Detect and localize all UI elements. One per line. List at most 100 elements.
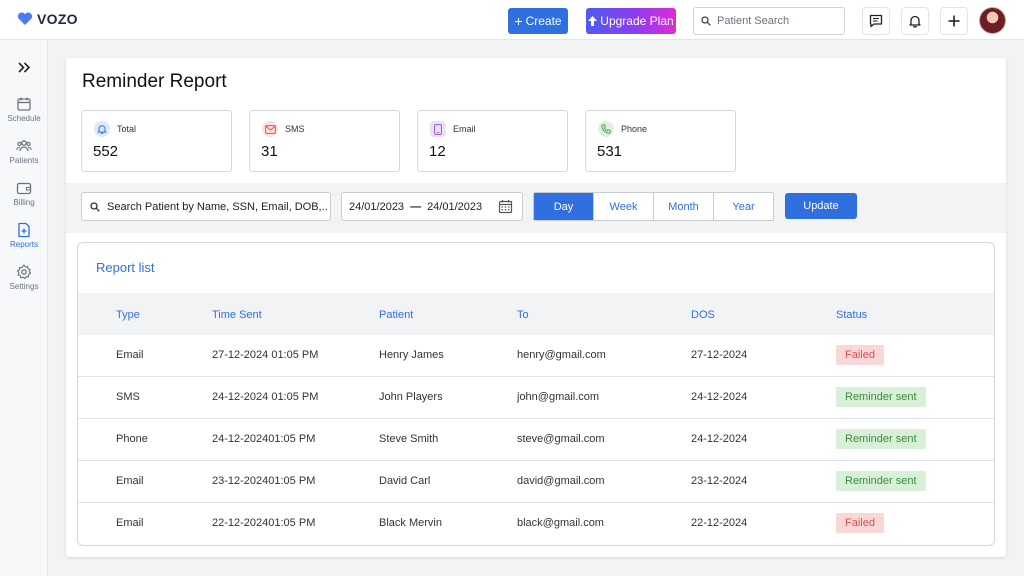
search-icon (90, 201, 100, 212)
period-week-tab[interactable]: Week (594, 193, 654, 220)
cell-type: Email (116, 349, 144, 361)
column-header-dos[interactable]: DOS (691, 309, 715, 321)
cell-dos: 24-12-2024 (691, 433, 748, 445)
stat-label: Phone (621, 124, 648, 134)
cell-time-sent: 22-12-202401:05 PM (212, 517, 316, 529)
report-list-panel: Report list Type Time Sent Patient To DO… (77, 242, 995, 546)
sidebar: Schedule Patients Billing Reports Settin… (0, 40, 48, 576)
column-header-type[interactable]: Type (116, 309, 140, 321)
patient-search-input[interactable]: Patient Search (693, 7, 845, 35)
cell-patient: Henry James (379, 349, 444, 361)
tablet-icon (430, 121, 446, 137)
cell-to: david@gmail.com (517, 475, 605, 487)
date-from: 24/01/2023 (349, 200, 405, 213)
cell-to: black@gmail.com (517, 517, 604, 529)
column-header-patient[interactable]: Patient (379, 309, 413, 321)
status-badge: Reminder sent (836, 471, 926, 491)
column-header-to[interactable]: To (517, 309, 529, 321)
date-range-dash: — (410, 200, 422, 213)
cell-type: Phone (116, 433, 148, 445)
status-badge: Failed (836, 345, 884, 365)
double-chevron-right-icon (17, 61, 30, 73)
stat-value: 531 (597, 143, 623, 160)
update-button[interactable]: Update (785, 193, 857, 219)
stat-label: SMS (285, 124, 305, 134)
calendar-icon (17, 97, 31, 111)
cell-patient: Steve Smith (379, 433, 439, 445)
patient-search-placeholder: Patient Search (717, 15, 790, 27)
top-bar: VOZO + Create Upgrade Plan Patient Searc… (0, 0, 1024, 40)
column-header-status[interactable]: Status (836, 309, 867, 321)
filter-bar: Search Patient by Name, SSN, Email, DOB,… (66, 183, 1006, 233)
table-header: Type Time Sent Patient To DOS Status (78, 293, 994, 335)
report-list-title: Report list (96, 260, 155, 275)
period-segmented-control: Day Week Month Year (533, 192, 774, 221)
cell-patient: Black Mervin (379, 517, 442, 529)
page-title: Reminder Report (82, 71, 227, 92)
date-range-picker[interactable]: 24/01/2023 — 24/01/2023 (341, 192, 523, 221)
logo[interactable]: VOZO (17, 11, 78, 27)
table-row[interactable]: Email 23-12-202401:05 PM David Carl davi… (78, 461, 994, 503)
calendar-icon[interactable] (498, 199, 513, 214)
app-name: VOZO (37, 11, 78, 27)
user-avatar[interactable] (979, 7, 1006, 34)
period-day-tab[interactable]: Day (534, 193, 594, 220)
sidebar-item-label: Schedule (7, 114, 41, 123)
status-badge: Failed (836, 513, 884, 533)
period-year-tab[interactable]: Year (714, 193, 773, 220)
mail-icon (262, 121, 278, 137)
arrow-up-icon (588, 16, 598, 26)
table-row[interactable]: SMS 24-12-2024 01:05 PM John Players joh… (78, 377, 994, 419)
status-badge: Reminder sent (836, 429, 926, 449)
chat-icon (869, 14, 883, 28)
cell-dos: 27-12-2024 (691, 349, 748, 361)
stat-card-sms: SMS 31 (249, 110, 400, 172)
sidebar-item-reports[interactable]: Reports (0, 222, 48, 249)
column-header-time-sent[interactable]: Time Sent (212, 309, 262, 321)
period-month-tab[interactable]: Month (654, 193, 714, 220)
table-row[interactable]: Email 22-12-202401:05 PM Black Mervin bl… (78, 503, 994, 545)
sidebar-item-settings[interactable]: Settings (0, 264, 48, 291)
cell-type: SMS (116, 391, 140, 403)
notifications-button[interactable] (901, 7, 929, 35)
messages-button[interactable] (862, 7, 890, 35)
reminder-report-card: Reminder Report Total 552 SMS 31 Email 1… (66, 58, 1006, 557)
date-to: 24/01/2023 (427, 200, 483, 213)
expand-sidebar-button[interactable] (15, 59, 33, 75)
patient-filter-search-input[interactable]: Search Patient by Name, SSN, Email, DOB,… (81, 192, 331, 221)
table-row[interactable]: Email 27-12-2024 01:05 PM Henry James he… (78, 335, 994, 377)
patient-filter-placeholder: Search Patient by Name, SSN, Email, DOB,… (107, 200, 328, 213)
cell-to: john@gmail.com (517, 391, 600, 403)
phone-icon (598, 121, 614, 137)
stat-label: Total (117, 124, 137, 134)
status-badge: Reminder sent (836, 387, 926, 407)
add-button[interactable] (940, 7, 968, 35)
create-button[interactable]: + Create (508, 8, 568, 34)
stat-label: Email (453, 124, 476, 134)
table-row[interactable]: Phone 24-12-202401:05 PM Steve Smith ste… (78, 419, 994, 461)
cell-dos: 23-12-2024 (691, 475, 748, 487)
cell-patient: David Carl (379, 475, 431, 487)
cell-patient: John Players (379, 391, 443, 403)
cell-type: Email (116, 475, 144, 487)
cell-type: Email (116, 517, 144, 529)
cell-dos: 24-12-2024 (691, 391, 748, 403)
sidebar-item-label: Patients (9, 156, 39, 165)
cell-time-sent: 24-12-202401:05 PM (212, 433, 316, 445)
sidebar-item-schedule[interactable]: Schedule (0, 96, 48, 123)
report-icon (18, 222, 30, 238)
heart-logo-icon (17, 12, 33, 25)
stat-card-phone: Phone 531 (585, 110, 736, 172)
sidebar-item-label: Reports (9, 240, 38, 249)
gear-icon (16, 264, 32, 280)
stat-value: 31 (261, 143, 278, 160)
bell-icon (94, 121, 110, 137)
wallet-icon (16, 182, 32, 195)
sidebar-item-label: Settings (9, 282, 39, 291)
sidebar-item-patients[interactable]: Patients (0, 138, 48, 165)
bell-icon (909, 15, 921, 28)
cell-to: henry@gmail.com (517, 349, 606, 361)
sidebar-item-billing[interactable]: Billing (0, 180, 48, 207)
cell-dos: 22-12-2024 (691, 517, 748, 529)
upgrade-plan-button[interactable]: Upgrade Plan (586, 8, 676, 34)
